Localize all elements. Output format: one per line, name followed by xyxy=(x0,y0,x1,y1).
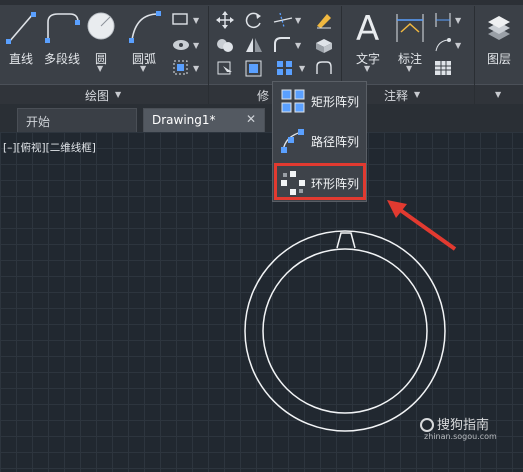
hatch-icon[interactable] xyxy=(170,35,192,55)
leader-dropdown-caret[interactable]: ▼ xyxy=(455,41,461,50)
circle-dropdown-caret[interactable]: ▼ xyxy=(97,64,103,73)
layers-icon xyxy=(488,16,510,40)
menu-item-rectangular-array[interactable]: 矩形阵列 xyxy=(275,84,364,118)
watermark-logo-icon xyxy=(420,418,434,432)
erase-icon[interactable] xyxy=(313,10,335,30)
tab-drawing1-label: Drawing1* xyxy=(152,113,216,127)
layers-panel-expand-caret[interactable]: ▼ xyxy=(495,90,501,99)
fillet-dropdown-caret[interactable]: ▼ xyxy=(295,41,301,50)
polar-array-highlight-box xyxy=(274,163,366,200)
drawn-inner-circle xyxy=(262,248,428,414)
polyline-tool-button[interactable]: 多段线 xyxy=(40,8,84,68)
annotation-arrow-head xyxy=(387,200,407,218)
draw-panel-title: 绘图 xyxy=(85,89,110,103)
offset-icon[interactable] xyxy=(313,58,335,78)
tab-start[interactable]: 开始 xyxy=(17,108,137,132)
draw-panel-expand-caret[interactable]: ▼ xyxy=(115,90,121,99)
region-icon[interactable] xyxy=(170,58,192,78)
arc-dropdown-caret[interactable]: ▼ xyxy=(140,64,146,73)
line-tool-button[interactable]: 直线 xyxy=(3,8,39,68)
menu-item-label: 矩形阵列 xyxy=(311,95,360,109)
watermark-url: zhinan.sogou.com xyxy=(424,432,497,441)
trim-icon[interactable] xyxy=(272,10,294,30)
line-tool-label: 直线 xyxy=(8,52,33,66)
dimension-icon xyxy=(396,14,424,42)
trim-dropdown-caret[interactable]: ▼ xyxy=(295,16,301,25)
rectangle-icon[interactable] xyxy=(170,10,192,30)
text-dropdown-caret[interactable]: ▼ xyxy=(364,64,370,73)
path-array-icon xyxy=(281,129,304,153)
layers-panel-titlebar[interactable]: ▼ xyxy=(475,84,523,104)
region-dropdown-caret[interactable]: ▼ xyxy=(193,64,199,73)
move-icon[interactable] xyxy=(214,10,236,30)
rotate-icon[interactable] xyxy=(243,10,265,30)
layers-tool-button[interactable]: 图层 xyxy=(480,8,518,68)
arc-icon xyxy=(129,11,161,43)
drawn-outer-circle xyxy=(244,230,446,432)
layers-tool-label: 图层 xyxy=(486,52,511,66)
linear-dimension-icon[interactable] xyxy=(432,10,454,30)
text-tool-button[interactable]: A 文字 ▼ xyxy=(350,8,386,73)
text-icon: A xyxy=(356,9,379,49)
array-icon[interactable] xyxy=(274,58,296,78)
linear-dimension-caret[interactable]: ▼ xyxy=(455,16,461,25)
polyline-tool-label: 多段线 xyxy=(43,52,80,66)
watermark-brand-text: 搜狗指南 xyxy=(437,418,490,433)
leader-icon[interactable] xyxy=(432,35,454,55)
copy-icon[interactable] xyxy=(214,35,236,55)
table-icon[interactable] xyxy=(432,58,454,78)
tab-drawing1[interactable]: Drawing1* ✕ xyxy=(143,108,265,132)
scale-icon[interactable] xyxy=(243,58,265,78)
dimension-tool-button[interactable]: 标注 ▼ xyxy=(392,8,428,73)
ribbon: 直线 多段线 圆 ▼ 圆弧 ▼ ▼ ▼ ▼ ▼ ▼ ▼ A 文字 ▼ 标注 ▼ … xyxy=(0,0,523,105)
rectangle-dropdown-caret[interactable]: ▼ xyxy=(193,16,199,25)
drawn-tab-shape xyxy=(336,232,356,249)
circle-tool-button[interactable]: 圆 ▼ xyxy=(86,8,116,73)
close-tab-icon[interactable]: ✕ xyxy=(246,112,256,126)
mirror-icon[interactable] xyxy=(243,35,265,55)
annotate-panel-title: 注释 xyxy=(384,89,409,103)
menu-item-path-array[interactable]: 路径阵列 xyxy=(275,124,364,158)
document-tabs: 开始 Drawing1* ✕ xyxy=(0,104,523,132)
polyline-icon xyxy=(45,13,80,43)
arc-tool-button[interactable]: 圆弧 ▼ xyxy=(126,8,162,73)
menu-item-label: 路径阵列 xyxy=(311,135,360,149)
annotation-arrow-shaft xyxy=(394,205,457,251)
stretch-icon[interactable] xyxy=(214,58,236,78)
rectangular-array-icon xyxy=(281,89,305,113)
svg-text:A: A xyxy=(356,9,379,48)
dimension-dropdown-caret[interactable]: ▼ xyxy=(406,64,412,73)
watermark-brand: 搜狗指南 xyxy=(420,414,489,433)
circle-icon xyxy=(87,12,115,40)
annotate-panel-expand-caret[interactable]: ▼ xyxy=(414,90,420,99)
modify-panel-title: 修 xyxy=(257,89,270,103)
explode-icon[interactable] xyxy=(313,35,335,55)
ribbon-tab-strip xyxy=(0,0,523,5)
line-icon xyxy=(6,12,36,44)
fillet-icon[interactable] xyxy=(272,35,294,55)
array-dropdown-caret[interactable]: ▼ xyxy=(299,64,305,73)
draw-panel-titlebar[interactable]: 绘图 ▼ xyxy=(0,84,208,104)
tab-start-label: 开始 xyxy=(26,115,51,129)
hatch-dropdown-caret[interactable]: ▼ xyxy=(193,41,199,50)
